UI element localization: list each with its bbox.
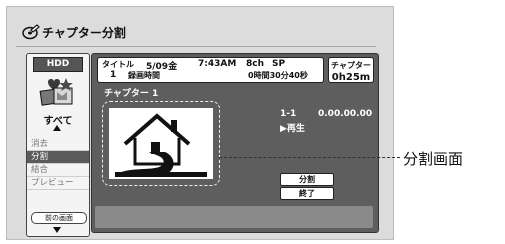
disc-pencil-icon [22,24,40,40]
timecode: 0.00.00.00 [318,109,373,119]
title-number: 1 [110,70,117,80]
rec-time-value: 0時間30分40秒 [248,71,308,80]
callout-leader-line [219,157,400,158]
chapter-length-box: チャプター 0h25m [328,57,374,83]
rec-time-label: 録画時間 [128,71,160,80]
sidebar: HDD すべて 消去 分割 結合 プレビュー 前の画面 [26,53,90,237]
playback-status: ▶再生 [280,124,305,134]
title-info-box: タイトル 1 5/09金 7:43AM 8ch SP 録画時間 0時間30分40… [97,57,324,83]
media-badge: HDD [33,57,83,72]
split-screen-thumbnail[interactable] [102,101,220,186]
chapter-index: 1-1 [280,109,297,119]
menu-item-preview[interactable]: プレビュー [27,177,89,190]
sidebar-menu: 消去 分割 結合 プレビュー [27,138,89,190]
record-time: 7:43AM [198,59,237,69]
callout-label: 分割画面 [403,150,464,168]
end-button[interactable]: 終了 [280,187,334,200]
chapter-length: 0h25m [331,72,371,83]
menu-item-delete[interactable]: 消去 [27,138,89,151]
chapter-label: チャプター [331,61,371,70]
scroll-up-arrow[interactable] [53,125,61,131]
thumbnail-image [109,108,213,179]
page-title: チャプター分割 [42,25,126,40]
main-panel: タイトル 1 5/09金 7:43AM 8ch SP 録画時間 0時間30分40… [91,53,379,233]
back-button[interactable]: 前の画面 [31,212,87,224]
header-divider [16,46,376,47]
message-bar [95,206,373,228]
menu-item-combine[interactable]: 結合 [27,164,89,177]
header: チャプター分割 [22,21,126,43]
menu-item-split[interactable]: 分割 [27,151,89,164]
chapter-title: チャプター 1 [104,89,159,99]
scroll-down-arrow[interactable] [53,227,61,233]
record-channel: 8ch [246,59,265,69]
record-mode: SP [272,59,286,69]
category-all-icon [39,78,73,106]
title-label: タイトル [102,60,134,69]
house-icon [115,113,207,177]
split-button[interactable]: 分割 [280,173,334,186]
